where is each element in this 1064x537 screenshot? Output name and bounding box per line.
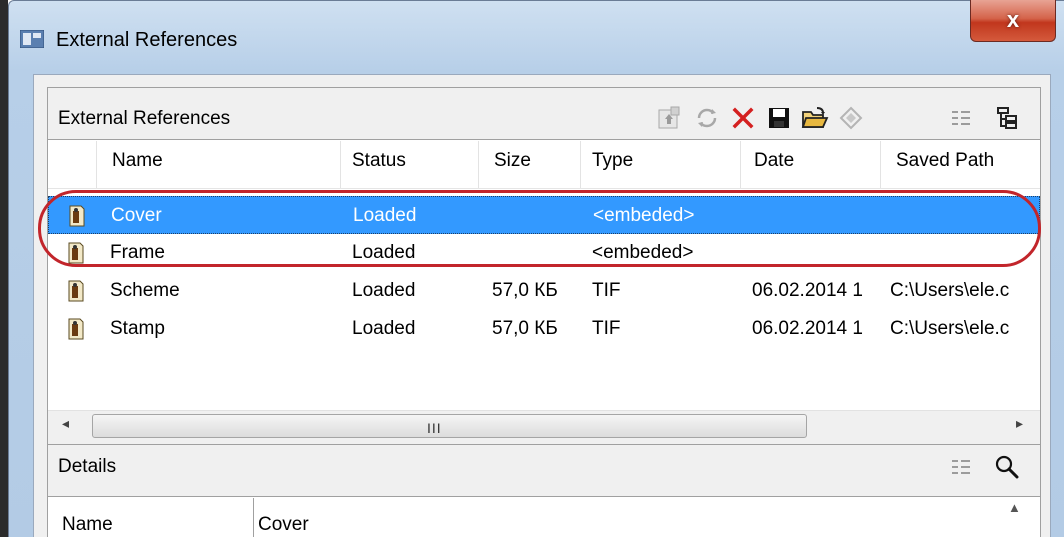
details-column-separator[interactable] [253,498,254,537]
scroll-up-icon[interactable]: ▲ [1008,500,1021,515]
table-row[interactable]: Scheme Loaded 57,0 КБ TIF 06.02.2014 1 C… [48,272,1040,310]
external-references-window: External References x External Reference… [0,0,1064,537]
open-folder-icon[interactable] [798,100,832,136]
tree-view-icon[interactable] [990,100,1024,136]
attach-icon[interactable] [652,100,686,136]
details-label: Details [58,456,117,477]
window-title: External References [56,29,238,51]
column-separator[interactable] [580,141,581,188]
bind-icon[interactable] [834,100,868,136]
row-size: 57,0 КБ [492,318,558,339]
row-date: 06.02.2014 1 [752,318,863,339]
app-icon [20,30,44,48]
scrollbar-thumb[interactable] [92,414,807,438]
column-header-name[interactable]: Name [112,150,163,172]
row-name: Scheme [110,280,180,301]
column-separator[interactable] [96,141,97,188]
panel-header-label: External References [58,108,231,129]
column-header-size[interactable]: Size [494,150,531,172]
background-window-edge [0,0,8,537]
row-path: C:\Users\ele.c [890,318,1010,339]
column-separator[interactable] [740,141,741,188]
column-separator[interactable] [478,141,479,188]
details-property-value[interactable]: Cover [258,514,309,536]
details-table [48,496,1040,537]
row-type: TIF [592,318,621,339]
reload-icon[interactable] [690,100,724,136]
row-status: Loaded [352,280,416,301]
scroll-left-icon[interactable]: ◂ [62,415,69,432]
preview-search-icon[interactable] [990,449,1024,485]
scroll-right-icon[interactable]: ▸ [1016,415,1023,432]
row-status: Loaded [352,318,416,339]
row-type: TIF [592,280,621,301]
details-list-view-icon[interactable] [944,449,978,485]
row-name: Stamp [110,318,165,339]
column-header-status[interactable]: Status [352,150,406,172]
column-header-date[interactable]: Date [754,150,794,172]
details-header [48,444,1040,491]
detach-icon[interactable] [726,100,760,136]
column-header-saved-path[interactable]: Saved Path [896,150,994,172]
close-button[interactable]: x [970,0,1056,42]
image-file-icon [68,280,84,302]
save-icon[interactable] [762,100,796,136]
image-file-icon [68,318,84,340]
row-path: C:\Users\ele.c [890,280,1010,301]
row-date: 06.02.2014 1 [752,280,863,301]
table-row[interactable]: Stamp Loaded 57,0 КБ TIF 06.02.2014 1 C:… [48,310,1040,348]
column-header-type[interactable]: Type [592,150,633,172]
column-separator[interactable] [880,141,881,188]
header-divider [48,188,1040,189]
row-size: 57,0 КБ [492,280,558,301]
scrollbar-grip: III [427,420,442,436]
details-property-name: Name [62,514,113,535]
highlight-annotation [38,190,1041,267]
list-view-icon[interactable] [944,100,978,136]
column-separator[interactable] [340,141,341,188]
